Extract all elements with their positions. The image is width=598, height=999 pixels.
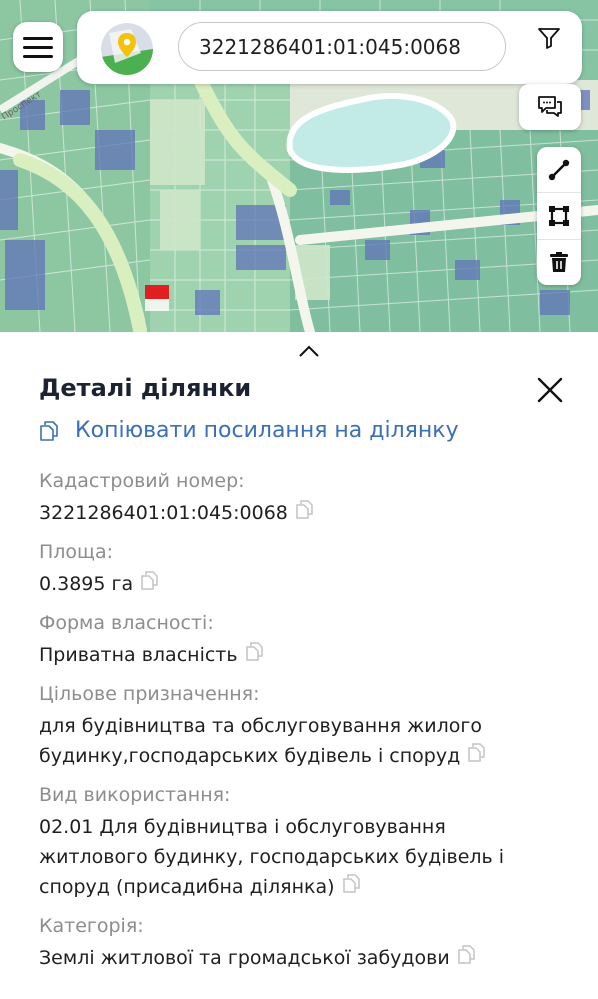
area-value: 0.3895 га [39,569,579,599]
copy-icon[interactable] [296,500,314,520]
delete-drawing-button[interactable] [537,240,581,285]
draw-line-icon [548,159,570,180]
trash-icon [550,252,568,273]
usage-type-value: 02.01 Для будівництва і обслуговування жи… [39,816,505,898]
draw-polygon-icon [549,205,569,226]
chevron-up-icon[interactable] [297,344,321,358]
copy-parcel-link[interactable]: Копіювати посилання на ділянку [39,418,459,443]
close-icon[interactable] [536,376,564,404]
copy-link-label: Копіювати посилання на ділянку [75,418,459,443]
category-value: Землі житлової та громадської забудови [39,943,579,973]
purpose-value: для будівництва та обслуговування жилого… [39,711,579,771]
cadastral-number-label: Кадастровий номер: [39,470,245,492]
chat-button[interactable] [519,84,581,130]
map-pin-logo-icon [101,23,153,75]
parcel-details-panel: Деталі ділянки Копіювати посилання на ді… [0,332,598,999]
copy-icon[interactable] [245,642,264,662]
search-input-value: 3221286401:01:045:0068 [199,34,461,59]
draw-line-button[interactable] [537,147,581,194]
ownership-label: Форма власності: [39,612,214,634]
menu-button[interactable] [13,22,63,72]
hamburger-menu-icon [23,36,53,40]
filter-icon[interactable] [536,25,562,51]
app-logo[interactable] [101,23,153,75]
selected-parcel[interactable] [145,285,169,299]
search-input[interactable]: 3221286401:01:045:0068 [178,22,506,71]
copy-icon [40,420,58,441]
ownership-value: Приватна власність [39,640,579,670]
copy-icon[interactable] [141,571,159,591]
search-bar: 3221286401:01:045:0068 [77,11,582,84]
copy-icon[interactable] [457,945,476,965]
copy-icon[interactable] [468,743,486,763]
purpose-label: Цільове призначення: [39,683,260,705]
draw-polygon-button[interactable] [537,193,581,240]
usage-type-label: Вид використання: [39,784,231,806]
chat-bubbles-icon [538,96,562,117]
category-label: Категорія: [39,915,144,937]
area-label: Площа: [39,541,113,563]
panel-title: Деталі ділянки [39,374,252,402]
cadastral-number-value: 3221286401:01:045:0068 [39,498,579,528]
parcel-fields: Кадастровий номер: 3221286401:01:045:006… [39,467,579,983]
drawing-toolbar [537,147,581,285]
copy-icon[interactable] [342,874,361,894]
